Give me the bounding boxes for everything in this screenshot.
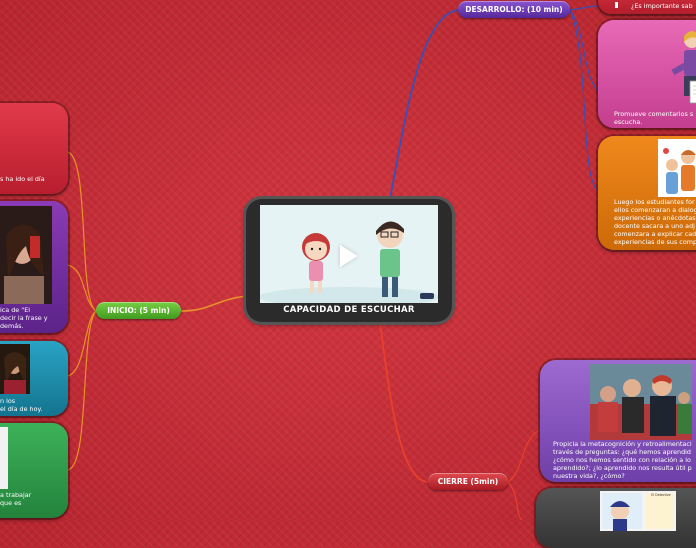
inicio-card-4-photo xyxy=(0,427,8,489)
inicio-card-4[interactable]: a trabajar que es xyxy=(0,423,68,518)
inicio-card-1[interactable]: s ha ido el día xyxy=(0,103,68,194)
branch-inicio-label: INICIO: (5 min) xyxy=(107,306,170,315)
teacher-illustration xyxy=(670,26,696,106)
desarrollo-card-2-text: Promueve comentarios s escucha. xyxy=(614,110,694,126)
link-center-cierre xyxy=(379,321,429,483)
detective-comic-title: El Detective xyxy=(651,493,671,497)
branch-desarrollo[interactable]: DESARROLLO: (10 min) xyxy=(458,1,570,18)
cierre-card-1[interactable]: Propicia la metacognición y retroaliment… xyxy=(540,360,696,482)
link-desarrollo-card-1 xyxy=(569,5,599,11)
play-icon[interactable] xyxy=(340,245,358,267)
link-center-inicio xyxy=(180,295,247,312)
desarrollo-card-3-text: Luego los estudiantes for ellos comenzar… xyxy=(614,198,696,246)
desarrollo-card-1-text: ¿Es importante sab xyxy=(631,2,693,10)
people-talking-illustration xyxy=(658,139,696,197)
detective-comic: El Detective xyxy=(600,491,676,531)
central-topic[interactable]: CAPACIDAD DE ESCUCHAR xyxy=(246,199,452,322)
inicio-card-3[interactable]: n los el día de hoy. xyxy=(0,341,68,416)
desarrollo-card-3[interactable]: Luego los estudiantes for ellos comenzar… xyxy=(598,136,696,250)
inicio-card-2[interactable]: ica de "El decir la frase y demás. xyxy=(0,201,68,333)
link-cierre-card-2 xyxy=(507,481,523,520)
video-thumbnail[interactable] xyxy=(260,205,438,303)
logo-icon xyxy=(420,293,434,299)
inicio-card-4-text: a trabajar que es xyxy=(0,491,32,507)
inicio-card-3-text: n los el día de hoy. xyxy=(0,397,43,413)
info-icon xyxy=(615,2,618,8)
cierre-card-2[interactable]: El Detective xyxy=(536,488,696,548)
link-cierre-card-1 xyxy=(507,429,541,483)
desarrollo-card-1[interactable]: ¿Es importante sab xyxy=(598,0,696,14)
link-desarrollo-card-3 xyxy=(569,9,599,191)
branch-cierre-label: CIERRE (5min) xyxy=(437,477,499,486)
cierre-card-1-text: Propicia la metacognición y retroaliment… xyxy=(553,440,692,480)
inicio-card-2-photo xyxy=(0,206,52,304)
branch-cierre[interactable]: CIERRE (5min) xyxy=(428,473,508,490)
link-inicio-card-4 xyxy=(67,310,97,471)
inicio-card-1-text: s ha ido el día xyxy=(0,175,45,183)
link-inicio-card-1 xyxy=(67,151,97,312)
inicio-card-3-photo xyxy=(0,344,30,394)
central-topic-title: CAPACIDAD DE ESCUCHAR xyxy=(283,305,415,315)
desarrollo-card-2[interactable]: Promueve comentarios s escucha. xyxy=(598,20,696,128)
inicio-card-2-text: ica de "El decir la frase y demás. xyxy=(0,306,48,330)
branch-desarrollo-label: DESARROLLO: (10 min) xyxy=(465,5,563,14)
link-center-desarrollo xyxy=(389,9,459,200)
branch-inicio[interactable]: INICIO: (5 min) xyxy=(96,302,181,319)
classroom-photo xyxy=(590,364,692,440)
